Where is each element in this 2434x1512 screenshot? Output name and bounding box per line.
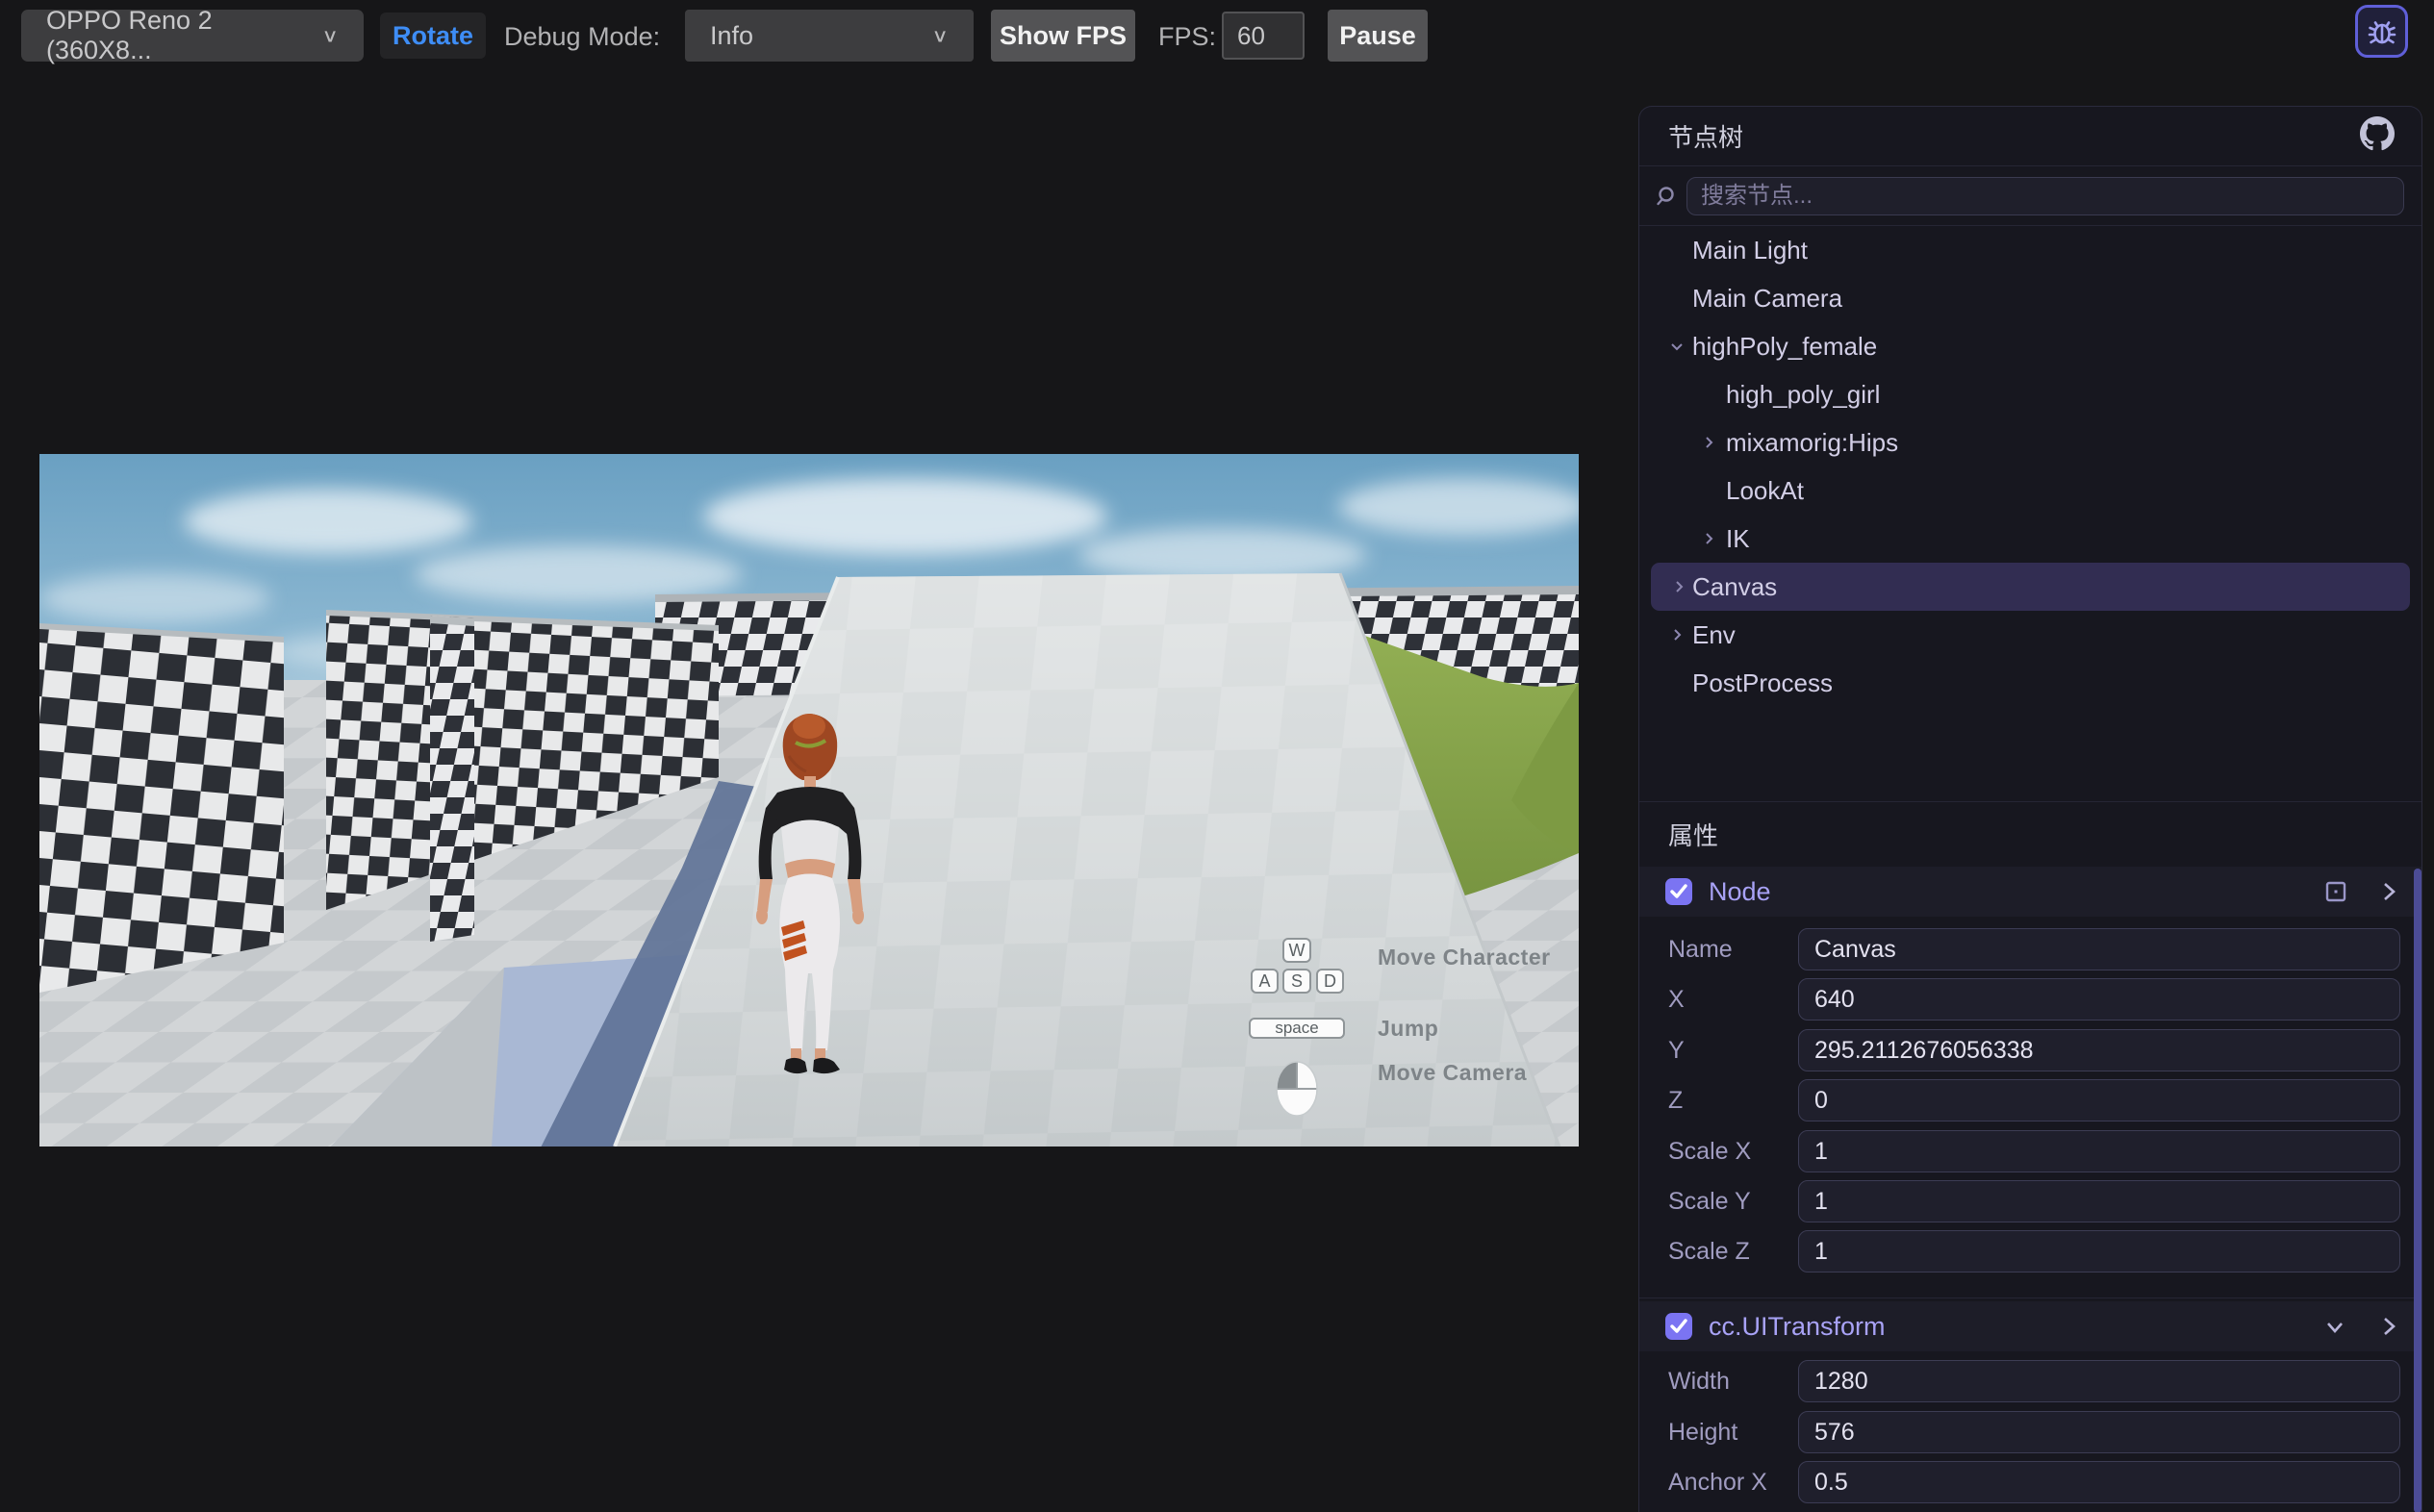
properties-title: 属性 <box>1668 817 1718 852</box>
bug-icon <box>2366 15 2398 48</box>
checker-pillar <box>430 616 474 942</box>
component-name: Node <box>1709 877 2325 907</box>
tree-item-lookat[interactable]: LookAt <box>1639 466 2421 515</box>
node-enabled-checkbox[interactable] <box>1665 878 1692 905</box>
search-input[interactable] <box>1686 177 2404 215</box>
mouse-icon <box>1276 1061 1318 1117</box>
device-select[interactable]: OPPO Reno 2 (360X8... ∨ <box>21 10 364 62</box>
field-z: Z <box>1639 1079 2421 1121</box>
device-select-value: OPPO Reno 2 (360X8... <box>46 6 302 65</box>
component-header-uitransform: cc.UITransform <box>1639 1301 2421 1351</box>
field-y: Y <box>1639 1029 2421 1071</box>
show-fps-label: Show FPS <box>1000 21 1127 51</box>
chevron-right-icon[interactable] <box>2379 1315 2398 1338</box>
chevron-right-icon <box>1700 530 1717 547</box>
chevron-down-icon: ∨ <box>931 24 949 46</box>
field-scale-x: Scale X <box>1639 1130 2421 1172</box>
tree-item-ik[interactable]: IK <box>1639 515 2421 563</box>
jump-label: Jump <box>1378 1016 1438 1042</box>
search-row <box>1639 167 2421 226</box>
tree-item-mixamorig-hips[interactable]: mixamorig:Hips <box>1639 418 2421 466</box>
node-tree: Main Light Main Camera highPoly_female h… <box>1639 226 2421 707</box>
tree-item-postprocess[interactable]: PostProcess <box>1639 659 2421 707</box>
component-header-node: Node <box>1639 867 2421 917</box>
height-input[interactable] <box>1798 1411 2400 1453</box>
tree-item-main-camera[interactable]: Main Camera <box>1639 274 2421 322</box>
rotate-label: Rotate <box>393 21 473 51</box>
inspector-panel: 节点树 Main Light Main Camera highPoly_fema… <box>1638 106 2422 1512</box>
rotate-button[interactable]: Rotate <box>380 13 486 59</box>
scale-x-input[interactable] <box>1798 1130 2400 1172</box>
properties-header: 属性 <box>1639 801 2421 867</box>
field-scale-y: Scale Y <box>1639 1180 2421 1222</box>
game-viewport[interactable]: W A S D space Move Character Jump Move C… <box>39 454 1579 1147</box>
tree-item-canvas[interactable]: Canvas <box>1651 563 2410 611</box>
chevron-right-icon[interactable] <box>2379 880 2398 903</box>
fps-input[interactable] <box>1222 12 1305 60</box>
chevron-right-icon <box>1700 434 1717 451</box>
properties-scrollbar[interactable] <box>2414 869 2421 1512</box>
field-scale-z: Scale Z <box>1639 1230 2421 1273</box>
tree-item-env[interactable]: Env <box>1639 611 2421 659</box>
name-input[interactable] <box>1798 928 2400 970</box>
debug-console-toggle-button[interactable] <box>2355 5 2408 58</box>
box-dot-icon[interactable] <box>2325 881 2346 902</box>
scale-z-input[interactable] <box>1798 1230 2400 1273</box>
z-input[interactable] <box>1798 1079 2400 1121</box>
field-x: X <box>1639 978 2421 1021</box>
chevron-down-icon[interactable] <box>2323 1317 2346 1336</box>
chevron-right-icon <box>1670 578 1687 595</box>
tree-item-main-light[interactable]: Main Light <box>1639 226 2421 274</box>
move-camera-label: Move Camera <box>1378 1060 1527 1086</box>
checker-wall-near-left <box>39 623 284 993</box>
field-name: Name <box>1639 928 2421 970</box>
key-w: W <box>1282 938 1311 963</box>
width-input[interactable] <box>1798 1360 2400 1402</box>
toolbar: OPPO Reno 2 (360X8... ∨ Rotate Debug Mod… <box>0 0 2434 73</box>
scale-y-input[interactable] <box>1798 1180 2400 1222</box>
key-space: space <box>1249 1018 1345 1039</box>
y-input[interactable] <box>1798 1029 2400 1071</box>
field-width: Width <box>1639 1360 2421 1402</box>
uitransform-enabled-checkbox[interactable] <box>1665 1313 1692 1340</box>
move-character-label: Move Character <box>1378 945 1551 970</box>
debug-mode-label: Debug Mode: <box>504 0 660 73</box>
component-name: cc.UITransform <box>1709 1312 2323 1342</box>
tree-item-high-poly-girl[interactable]: high_poly_girl <box>1639 370 2421 418</box>
show-fps-button[interactable]: Show FPS <box>991 10 1135 62</box>
field-anchor-x: Anchor X <box>1639 1461 2421 1503</box>
3d-scene <box>39 454 1579 1147</box>
pause-label: Pause <box>1339 21 1416 51</box>
search-icon <box>1655 186 1676 207</box>
chevron-down-icon <box>1668 338 1686 355</box>
anchor-x-input[interactable] <box>1798 1461 2400 1503</box>
key-a: A <box>1251 969 1279 994</box>
chevron-down-icon: ∨ <box>321 24 339 46</box>
field-height: Height <box>1639 1411 2421 1453</box>
key-d: D <box>1316 969 1344 994</box>
tree-item-highpoly-female[interactable]: highPoly_female <box>1639 322 2421 370</box>
chevron-right-icon <box>1668 626 1686 643</box>
app-root: OPPO Reno 2 (360X8... ∨ Rotate Debug Mod… <box>0 0 2434 1512</box>
debug-mode-value: Info <box>710 21 753 51</box>
github-icon[interactable] <box>2360 116 2395 156</box>
debug-mode-select[interactable]: Info ∨ <box>685 10 974 62</box>
fps-label: FPS: <box>1158 0 1216 73</box>
key-s: S <box>1282 969 1311 994</box>
node-tree-header: 节点树 <box>1639 107 2421 166</box>
node-tree-title: 节点树 <box>1668 118 1743 154</box>
x-input[interactable] <box>1798 978 2400 1021</box>
pause-button[interactable]: Pause <box>1328 10 1428 62</box>
